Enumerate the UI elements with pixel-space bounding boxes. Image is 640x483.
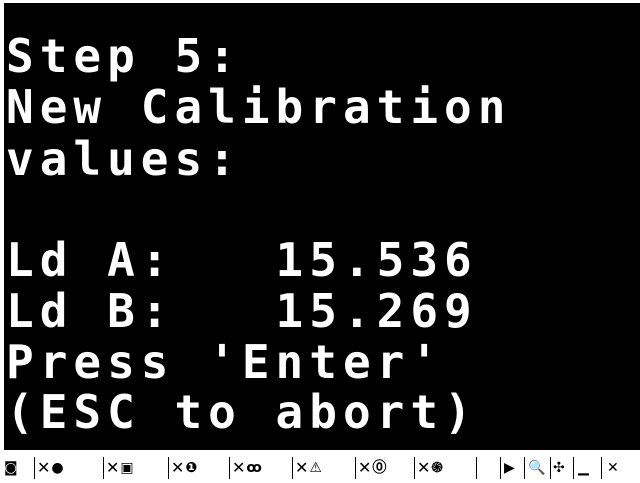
enter-prompt: Press 'Enter'	[6, 335, 445, 389]
calibration-heading-cont: values:	[6, 132, 242, 186]
toggle-box-button[interactable]: ✕ ▣	[106, 457, 134, 479]
x-mark-icon: ✕	[232, 458, 246, 477]
minimize-icon: ▁	[578, 460, 589, 476]
move-button[interactable]: ✣	[553, 457, 565, 479]
toggle-info-button[interactable]: ✕ ❶	[171, 457, 197, 479]
x-mark-icon: ✕	[417, 458, 431, 477]
toggle-circled-button[interactable]: ✕ ⓪	[358, 457, 386, 479]
toggle-starburst-button[interactable]: ✕ ֍	[417, 457, 443, 479]
x-mark-icon: ✕	[37, 458, 51, 477]
starburst-icon: ֍	[431, 460, 443, 476]
warning-triangle-icon: ⚠	[309, 460, 322, 476]
ld-b-value: Ld B: 15.269	[6, 284, 478, 338]
play-button[interactable]: ▶	[504, 457, 515, 479]
move-icon: ✣	[553, 460, 565, 476]
zoom-icon: 🔍	[528, 460, 546, 476]
x-mark-icon: ✕	[171, 458, 185, 477]
close-button[interactable]: ✕	[607, 457, 619, 479]
play-icon: ▶	[504, 460, 515, 476]
circled-i-icon: ⓪	[372, 460, 387, 476]
binoculars-icon: ꝏ	[246, 460, 262, 476]
toggle-binoculars-button[interactable]: ✕ ꝏ	[232, 457, 262, 479]
camera-button[interactable]: ◙	[4, 457, 18, 479]
escape-hint: (ESC to abort)	[6, 385, 478, 439]
filled-circle-icon: ●	[51, 460, 64, 476]
x-mark-icon: ✕	[358, 458, 372, 477]
bottom-toolbar: ◙ ✕ ● ✕ ▣ ✕ ❶ ✕ ꝏ ✕ ⚠ ✕ ⓪ ✕ ֍ ▶ 🔍 ✣ ▁ ✕	[0, 454, 640, 483]
minimize-button[interactable]: ▁	[578, 457, 589, 479]
camera-icon: ◙	[4, 460, 18, 476]
square-box-icon: ▣	[120, 460, 134, 476]
info-circle-icon: ❶	[185, 460, 198, 476]
ld-a-value: Ld A: 15.536	[6, 233, 478, 287]
toggle-circle-button[interactable]: ✕ ●	[37, 457, 64, 479]
close-icon: ✕	[607, 460, 619, 476]
x-mark-icon: ✕	[106, 458, 120, 477]
x-mark-icon: ✕	[295, 458, 309, 477]
toggle-warning-button[interactable]: ✕ ⚠	[295, 457, 322, 479]
zoom-button[interactable]: 🔍	[528, 457, 545, 479]
step-title: Step 5:	[6, 29, 242, 83]
terminal-screen: Step 5: New Calibration values: Ld A: 15…	[4, 3, 640, 450]
calibration-heading: New Calibration	[6, 80, 512, 134]
